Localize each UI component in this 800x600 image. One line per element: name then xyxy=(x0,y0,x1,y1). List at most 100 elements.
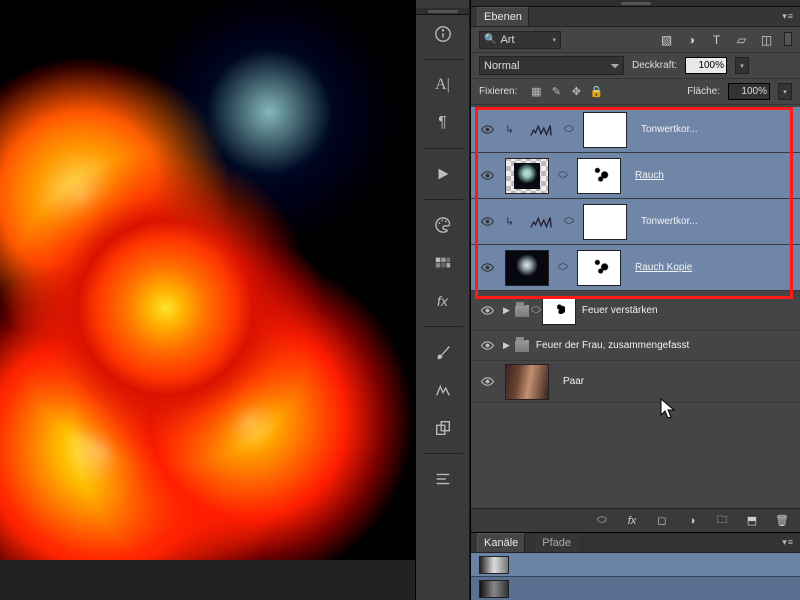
fill-stepper[interactable]: ▾ xyxy=(778,83,792,100)
layer-row[interactable]: ↳ ⬭ Tonwertkor... xyxy=(471,199,800,245)
folder-icon xyxy=(514,304,530,318)
mask-link-icon[interactable]: ⬭ xyxy=(563,215,575,228)
layer-thumbnail[interactable] xyxy=(505,364,549,400)
layer-group-row[interactable]: ▶ Feuer der Frau, zusammengefasst xyxy=(471,331,800,361)
visibility-toggle[interactable] xyxy=(475,214,499,229)
panel-header: Ebenen ▾≡ xyxy=(471,7,800,27)
collapsed-panel-strip: A| ¶ fx xyxy=(415,0,470,600)
panel-menu-icon[interactable]: ▾≡ xyxy=(782,537,794,548)
mask-link-icon[interactable]: ⬭ xyxy=(563,123,575,136)
link-layers-icon[interactable]: ⬭ xyxy=(594,514,610,527)
fx-icon[interactable]: fx xyxy=(624,515,640,527)
tab-ebenen[interactable]: Ebenen xyxy=(477,7,529,26)
brush-presets-icon[interactable] xyxy=(426,373,460,407)
lock-move-icon[interactable]: ✥ xyxy=(569,85,583,99)
levels-adjust-icon xyxy=(527,120,555,140)
disclosure-triangle-icon[interactable]: ▶ xyxy=(503,340,510,351)
visibility-toggle[interactable] xyxy=(475,374,499,389)
add-adjustment-icon[interactable]: ◑ xyxy=(684,515,700,527)
lock-brush-icon[interactable]: ✎ xyxy=(549,85,563,99)
visibility-toggle[interactable] xyxy=(475,168,499,183)
search-icon: 🔍 xyxy=(484,34,496,45)
mask-link-icon[interactable]: ⬭ xyxy=(530,304,542,317)
brush-panel-icon[interactable] xyxy=(426,335,460,369)
filter-shape-icon[interactable]: ▱ xyxy=(734,32,749,47)
swatches-icon[interactable] xyxy=(426,246,460,280)
lock-icons-group: ▦ ✎ ✥ 🔒 xyxy=(529,85,603,99)
layer-thumbnail[interactable] xyxy=(505,250,549,286)
layer-row[interactable]: ↳ ⬭ Tonwertkor... xyxy=(471,107,800,153)
fill-label: Fläche: xyxy=(687,86,720,97)
layer-name[interactable]: Tonwertkor... xyxy=(641,124,698,135)
filter-type-icon[interactable]: T xyxy=(709,32,724,47)
tab-pfade[interactable]: Pfade xyxy=(535,533,578,552)
layer-row[interactable]: ⬭ Rauch xyxy=(471,153,800,199)
opacity-input[interactable]: 100% xyxy=(685,57,727,74)
mask-thumbnail[interactable] xyxy=(542,297,576,325)
visibility-toggle[interactable] xyxy=(475,122,499,137)
clip-arrow-icon: ↳ xyxy=(505,215,519,228)
layer-filter-select[interactable]: 🔍 Art ▾ xyxy=(479,31,561,49)
visibility-toggle[interactable] xyxy=(475,260,499,275)
document-canvas[interactable] xyxy=(0,0,415,560)
lock-fill-row: Fixieren: ▦ ✎ ✥ 🔒 Fläche: 100% ▾ xyxy=(471,79,800,105)
play-icon[interactable] xyxy=(426,157,460,191)
panel-grip[interactable] xyxy=(471,0,800,7)
mask-link-icon[interactable]: ⬭ xyxy=(557,261,569,274)
blend-opacity-row: Normal Deckkraft: 100% ▾ xyxy=(471,53,800,79)
levels-adjust-icon xyxy=(527,212,555,232)
mask-thumbnail[interactable] xyxy=(583,204,627,240)
fill-input[interactable]: 100% xyxy=(728,83,770,100)
layer-name[interactable]: Paar xyxy=(563,376,584,387)
layer-row[interactable]: ⬭ Rauch Kopie xyxy=(471,245,800,291)
layer-name[interactable]: Rauch Kopie xyxy=(635,262,692,273)
info-icon[interactable] xyxy=(426,17,460,51)
mask-thumbnail[interactable] xyxy=(577,158,621,194)
filter-image-icon[interactable]: ▧ xyxy=(659,32,674,47)
layer-filter-label: Art xyxy=(500,34,514,46)
lock-all-icon[interactable]: 🔒 xyxy=(589,85,603,99)
chevron-down-icon: ▾ xyxy=(552,36,556,44)
visibility-toggle[interactable] xyxy=(475,338,499,353)
disclosure-triangle-icon[interactable]: ▶ xyxy=(503,305,510,316)
mask-thumbnail[interactable] xyxy=(583,112,627,148)
filter-adjust-icon[interactable]: ◑ xyxy=(684,32,699,47)
layer-group-name[interactable]: Feuer der Frau, zusammengefasst xyxy=(536,340,689,351)
opacity-stepper[interactable]: ▾ xyxy=(735,57,749,74)
tab-kanaele[interactable]: Kanäle xyxy=(477,533,525,552)
new-group-icon[interactable]: 🗀 xyxy=(714,511,730,530)
palette-icon[interactable] xyxy=(426,208,460,242)
clip-arrow-icon: ↳ xyxy=(505,123,519,136)
filter-smart-icon[interactable]: ◫ xyxy=(759,32,774,47)
clone-source-icon[interactable] xyxy=(426,411,460,445)
channel-row[interactable] xyxy=(471,577,800,600)
channel-thumbnail xyxy=(479,556,509,574)
lock-label: Fixieren: xyxy=(479,86,517,97)
layer-name[interactable]: Rauch xyxy=(635,170,664,181)
opacity-label: Deckkraft: xyxy=(632,60,677,71)
visibility-toggle[interactable] xyxy=(475,303,499,318)
delete-layer-icon[interactable]: 🗑 xyxy=(774,514,790,527)
lock-pixels-icon[interactable]: ▦ xyxy=(529,85,543,99)
layer-group-row[interactable]: ▶ ⬭ Feuer verstärken xyxy=(471,291,800,331)
layer-row[interactable]: Paar xyxy=(471,361,800,403)
mask-thumbnail[interactable] xyxy=(577,250,621,286)
layer-group-name[interactable]: Feuer verstärken xyxy=(582,305,658,316)
channels-panel: Kanäle Pfade ▾≡ xyxy=(471,532,800,600)
alignment-icon[interactable] xyxy=(426,462,460,496)
layer-name[interactable]: Tonwertkor... xyxy=(641,216,698,227)
layers-panel: Ebenen ▾≡ 🔍 Art ▾ ▧ ◑ T ▱ ◫ Normal Deckk… xyxy=(470,0,800,600)
layer-filter-icons: ▧ ◑ T ▱ ◫ xyxy=(659,32,792,47)
filter-toggle-switch[interactable] xyxy=(784,32,792,46)
character-panel-icon[interactable]: A| xyxy=(426,68,460,102)
app-root: A| ¶ fx Ebenen ▾≡ 🔍 Art ▾ ▧ ◑ xyxy=(0,0,800,600)
layer-thumbnail[interactable] xyxy=(505,158,549,194)
add-mask-icon[interactable]: ◻ xyxy=(654,514,670,527)
channel-row[interactable] xyxy=(471,553,800,577)
new-layer-icon[interactable]: ⬒ xyxy=(744,514,760,527)
panel-menu-icon[interactable]: ▾≡ xyxy=(782,11,794,22)
paragraph-panel-icon[interactable]: ¶ xyxy=(426,106,460,140)
mask-link-icon[interactable]: ⬭ xyxy=(557,169,569,182)
styles-icon[interactable]: fx xyxy=(426,284,460,318)
blend-mode-select[interactable]: Normal xyxy=(479,56,624,75)
